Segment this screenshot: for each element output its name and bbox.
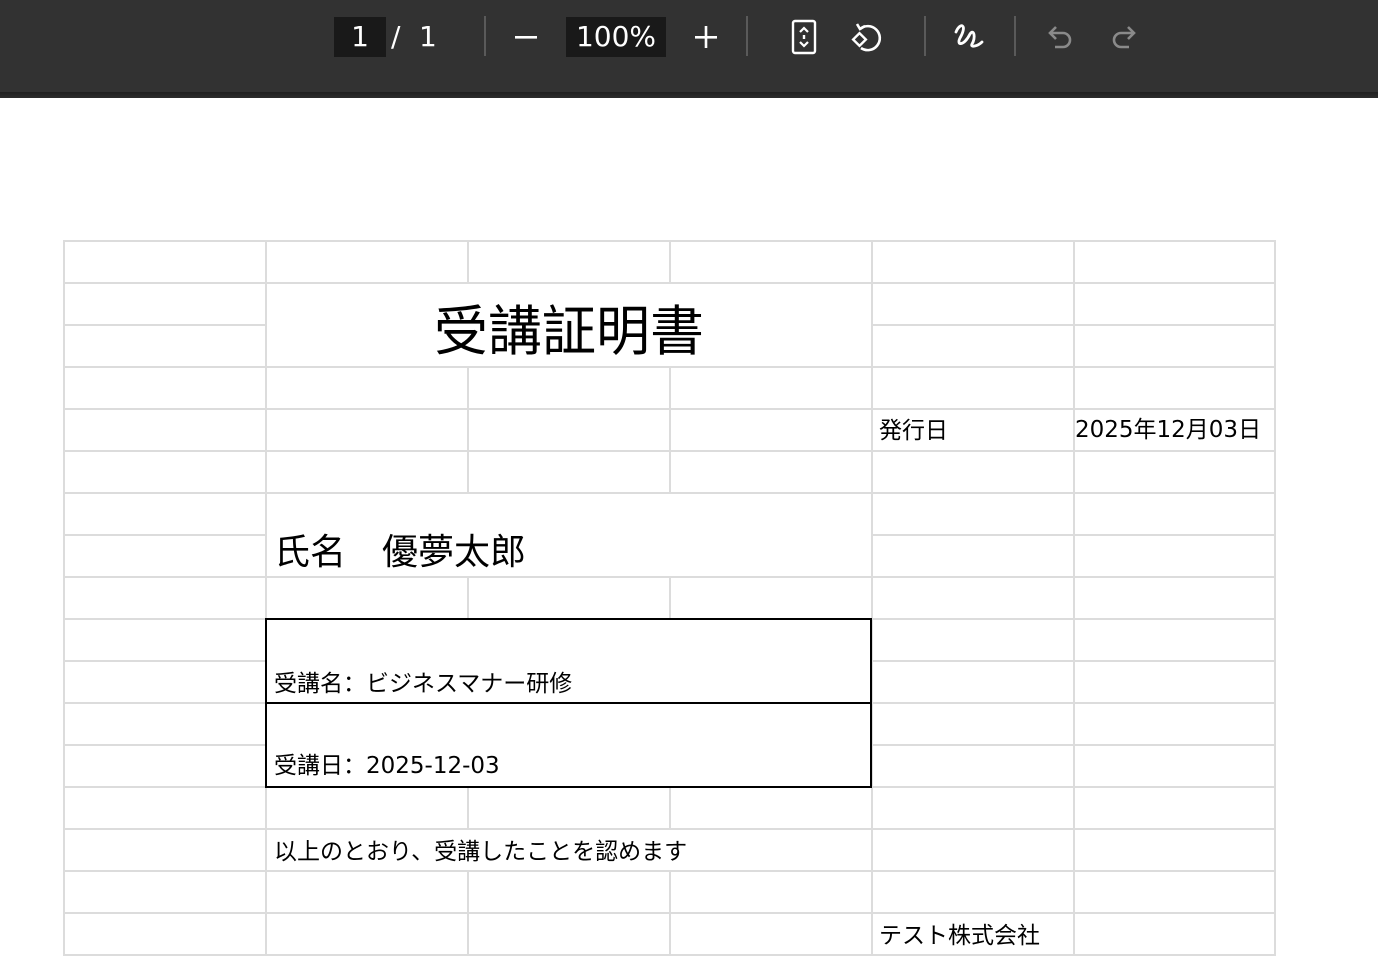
fit-page-button[interactable] — [784, 17, 824, 57]
zoom-in-button[interactable] — [686, 17, 726, 57]
certificate-title: 受講証明書 — [434, 300, 704, 363]
undo-button[interactable] — [1040, 17, 1080, 57]
toolbar-divider — [924, 16, 926, 56]
toolbar-divider — [746, 16, 748, 56]
certificate-page: 受講証明書 発行日 2025年12月03日 氏名 優夢太郎 受講名：ビジネスマナ… — [63, 240, 1276, 956]
draw-button[interactable] — [949, 17, 989, 57]
fit-page-icon — [791, 19, 817, 55]
course-date: 受講日：2025-12-03 — [274, 753, 500, 779]
plus-icon — [695, 26, 717, 48]
issue-date-value: 2025年12月03日 — [1075, 417, 1262, 443]
pdf-toolbar: 1 / 1 100% — [0, 0, 1378, 92]
rotate-icon — [851, 23, 882, 52]
redo-button[interactable] — [1104, 17, 1144, 57]
rotate-button[interactable] — [848, 17, 888, 57]
course-name: 受講名：ビジネスマナー研修 — [274, 671, 573, 697]
recipient-name: 氏名 優夢太郎 — [274, 532, 527, 573]
issuer-company: テスト株式会社 — [879, 923, 1040, 949]
zoom-level-input[interactable]: 100% — [566, 17, 666, 57]
course-box-border — [265, 618, 267, 788]
course-box-border — [265, 618, 872, 620]
toolbar-shadow — [0, 92, 1378, 98]
course-box-border — [870, 618, 872, 788]
course-box-border — [265, 786, 872, 788]
issue-date-label: 発行日 — [879, 418, 948, 444]
toolbar-divider — [484, 16, 486, 56]
course-box-border — [265, 702, 872, 704]
toolbar-divider — [1014, 16, 1016, 56]
redo-icon — [1112, 26, 1136, 49]
page-number-input[interactable]: 1 — [334, 17, 386, 57]
zoom-out-button[interactable] — [506, 17, 546, 57]
minus-icon — [515, 36, 537, 39]
draw-icon — [954, 24, 984, 48]
statement-text: 以上のとおり、受講したことを認めます — [274, 839, 688, 865]
page-separator: / — [391, 20, 401, 53]
page-total: 1 — [419, 20, 437, 53]
undo-icon — [1048, 26, 1072, 49]
